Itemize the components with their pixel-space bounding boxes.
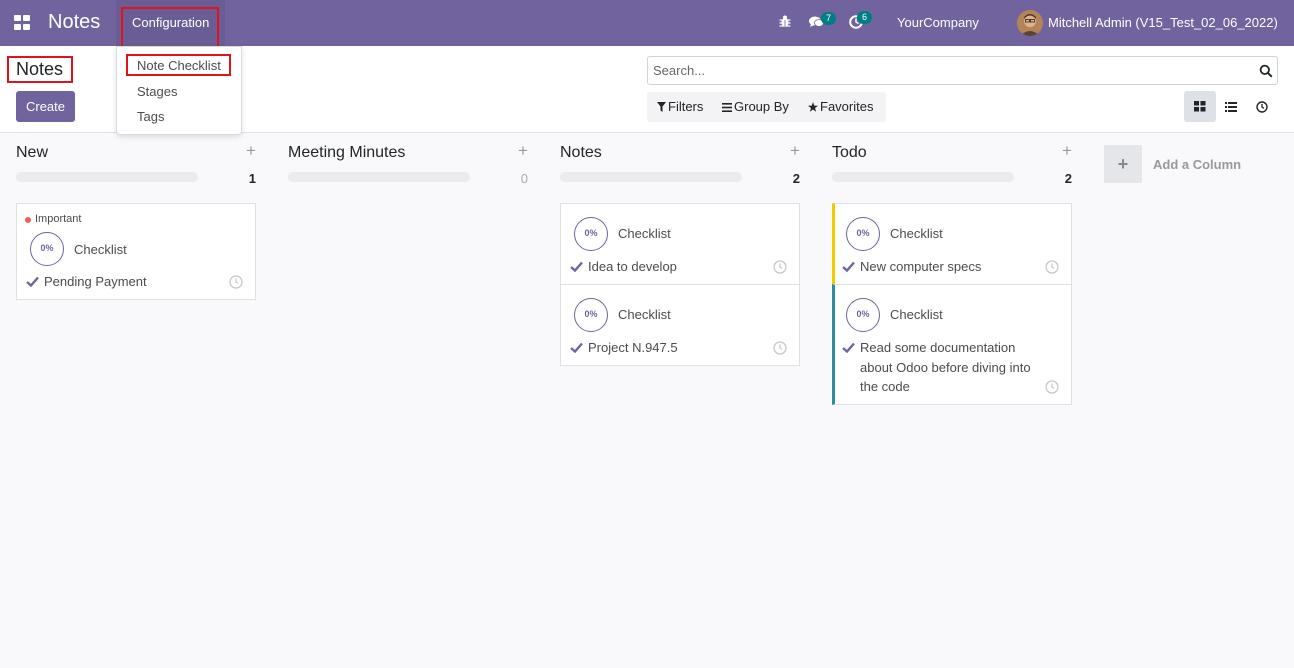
add-column-button[interactable]: + — [1104, 145, 1142, 183]
kanban-card[interactable]: Important 0% Checklist Pending Payment — [16, 203, 256, 300]
check-icon — [570, 342, 583, 353]
column-title-todo[interactable]: Todo — [832, 144, 867, 162]
user-menu[interactable]: Mitchell Admin (V15_Test_02_06_2022) — [1048, 15, 1278, 30]
clock-icon[interactable] — [773, 341, 787, 355]
menu-item-note-checklist[interactable]: Note Checklist — [137, 58, 221, 73]
check-icon — [570, 261, 583, 272]
menu-item-stages[interactable]: Stages — [137, 84, 177, 99]
checklist-label: Checklist — [74, 242, 127, 257]
search-input[interactable] — [653, 63, 1243, 78]
column-progress-bar — [16, 172, 198, 182]
plus-icon[interactable]: + — [518, 142, 530, 159]
search-icon[interactable] — [1259, 64, 1273, 78]
checklist-label: Checklist — [890, 226, 943, 241]
checklist-progress: 0% — [574, 298, 608, 332]
plus-icon[interactable]: + — [246, 142, 258, 159]
top-navbar: Notes Configuration 7 6 YourCompany Mitc… — [0, 0, 1294, 46]
favorites-label: Favorites — [820, 99, 874, 114]
group-by-label: Group By — [734, 99, 789, 114]
kanban-card[interactable]: 0% Checklist Project N.947.5 — [560, 284, 800, 366]
column-count: 2 — [792, 171, 800, 186]
checklist-progress: 0% — [30, 232, 64, 266]
menu-item-tags[interactable]: Tags — [137, 109, 164, 124]
user-avatar[interactable] — [1017, 10, 1043, 36]
tag-label: Important — [35, 213, 82, 225]
kanban-card[interactable]: 0% Checklist Read some documentation abo… — [832, 284, 1072, 405]
apps-menu-icon[interactable] — [14, 14, 32, 32]
kanban-view-button[interactable] — [1184, 91, 1216, 122]
kanban-view-icon — [1194, 101, 1206, 112]
star-icon — [808, 102, 818, 112]
messages-count-badge: 7 — [821, 12, 836, 25]
filters-toggle[interactable]: Filters — [657, 99, 703, 114]
plus-icon[interactable]: + — [790, 142, 802, 159]
column-progress-bar — [288, 172, 470, 182]
clock-icon[interactable] — [1045, 260, 1059, 274]
note-text: Project N.947.5 — [588, 340, 678, 355]
configuration-menu-label: Configuration — [132, 15, 210, 30]
search-options-bar: Filters Group By Favorites — [647, 92, 886, 122]
column-title-meeting-minutes[interactable]: Meeting Minutes — [288, 144, 405, 162]
add-column-label[interactable]: Add a Column — [1153, 157, 1241, 172]
company-switcher[interactable]: YourCompany — [897, 15, 979, 30]
activities-count-badge: 6 — [857, 11, 872, 24]
column-title-notes[interactable]: Notes — [560, 144, 602, 162]
configuration-menu[interactable]: Configuration — [116, 0, 225, 46]
view-switcher — [1184, 91, 1278, 122]
clock-icon[interactable] — [773, 260, 787, 274]
configuration-dropdown: Note Checklist Stages Tags — [116, 46, 242, 135]
group-by-toggle[interactable]: Group By — [722, 99, 789, 114]
activity-view-button[interactable] — [1246, 91, 1278, 122]
plus-icon: + — [1117, 153, 1129, 174]
bug-icon[interactable] — [779, 15, 791, 28]
app-name[interactable]: Notes — [48, 11, 100, 34]
kanban-card[interactable]: 0% Checklist New computer specs — [832, 203, 1072, 285]
note-text: Idea to develop — [588, 259, 677, 274]
list-view-button[interactable] — [1215, 91, 1247, 122]
column-progress-bar — [560, 172, 742, 182]
kanban-card[interactable]: 0% Checklist Idea to develop — [560, 203, 800, 285]
plus-icon[interactable]: + — [1062, 142, 1074, 159]
checklist-progress: 0% — [574, 217, 608, 251]
check-icon — [26, 276, 39, 287]
list-view-icon — [1225, 101, 1237, 112]
column-progress-bar — [832, 172, 1014, 182]
checklist-progress: 0% — [846, 298, 880, 332]
page-title: Notes — [16, 59, 64, 79]
checklist-progress: 0% — [846, 217, 880, 251]
column-count: 0 — [520, 171, 528, 186]
search-bar — [647, 56, 1278, 85]
column-count: 2 — [1064, 171, 1072, 186]
check-icon — [842, 261, 855, 272]
create-button[interactable]: Create — [16, 91, 75, 122]
clock-icon[interactable] — [229, 275, 243, 289]
checklist-label: Checklist — [890, 307, 943, 322]
tag-color-dot — [25, 217, 31, 223]
checklist-label: Checklist — [618, 307, 671, 322]
note-text: Pending Payment — [44, 274, 147, 289]
clock-icon[interactable] — [1045, 380, 1059, 394]
filters-label: Filters — [668, 99, 704, 114]
column-count: 1 — [248, 171, 256, 186]
note-text: New computer specs — [860, 259, 982, 274]
filter-icon — [657, 102, 666, 112]
column-title-new[interactable]: New — [16, 144, 48, 162]
note-text: Read some documentation about Odoo befor… — [860, 340, 1031, 394]
activity-view-icon — [1256, 100, 1268, 113]
checklist-label: Checklist — [618, 226, 671, 241]
favorites-toggle[interactable]: Favorites — [808, 99, 873, 114]
check-icon — [842, 342, 855, 353]
group-by-icon — [722, 103, 732, 112]
